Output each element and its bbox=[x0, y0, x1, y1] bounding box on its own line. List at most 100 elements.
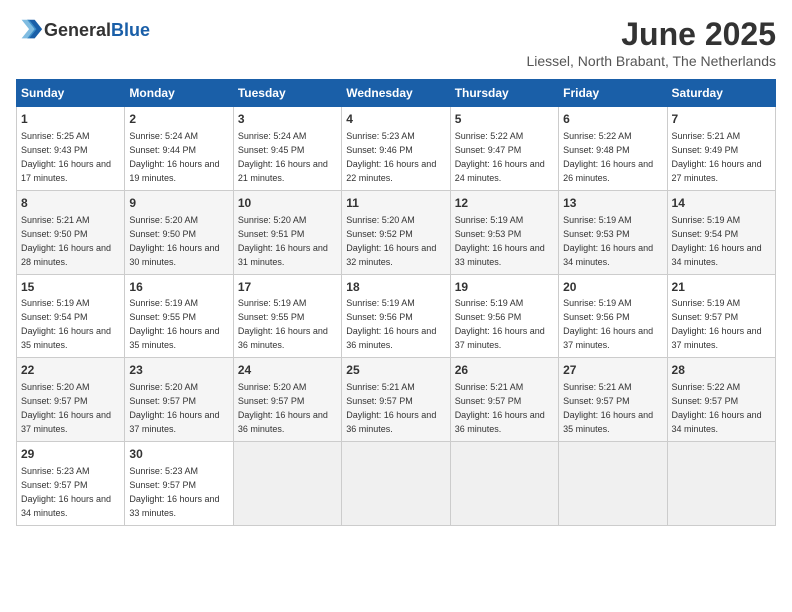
day-info: Sunrise: 5:22 AMSunset: 9:57 PMDaylight:… bbox=[672, 382, 762, 434]
day-number: 1 bbox=[21, 111, 120, 128]
day-number: 3 bbox=[238, 111, 337, 128]
calendar-cell: 1 Sunrise: 5:25 AMSunset: 9:43 PMDayligh… bbox=[17, 107, 125, 191]
calendar-week-row: 29 Sunrise: 5:23 AMSunset: 9:57 PMDaylig… bbox=[17, 442, 776, 526]
day-info: Sunrise: 5:20 AMSunset: 9:51 PMDaylight:… bbox=[238, 215, 328, 267]
day-info: Sunrise: 5:19 AMSunset: 9:54 PMDaylight:… bbox=[21, 298, 111, 350]
calendar-week-row: 1 Sunrise: 5:25 AMSunset: 9:43 PMDayligh… bbox=[17, 107, 776, 191]
day-info: Sunrise: 5:21 AMSunset: 9:57 PMDaylight:… bbox=[563, 382, 653, 434]
day-number: 9 bbox=[129, 195, 228, 212]
logo-icon bbox=[16, 16, 44, 44]
day-info: Sunrise: 5:23 AMSunset: 9:57 PMDaylight:… bbox=[129, 466, 219, 518]
calendar-cell: 26 Sunrise: 5:21 AMSunset: 9:57 PMDaylig… bbox=[450, 358, 558, 442]
calendar-cell: 25 Sunrise: 5:21 AMSunset: 9:57 PMDaylig… bbox=[342, 358, 450, 442]
calendar-cell: 18 Sunrise: 5:19 AMSunset: 9:56 PMDaylig… bbox=[342, 274, 450, 358]
calendar-cell: 11 Sunrise: 5:20 AMSunset: 9:52 PMDaylig… bbox=[342, 190, 450, 274]
day-number: 28 bbox=[672, 362, 771, 379]
header-tuesday: Tuesday bbox=[233, 80, 341, 107]
day-info: Sunrise: 5:20 AMSunset: 9:57 PMDaylight:… bbox=[21, 382, 111, 434]
day-info: Sunrise: 5:19 AMSunset: 9:53 PMDaylight:… bbox=[455, 215, 545, 267]
calendar-cell: 30 Sunrise: 5:23 AMSunset: 9:57 PMDaylig… bbox=[125, 442, 233, 526]
day-number: 26 bbox=[455, 362, 554, 379]
title-section: June 2025 Liessel, North Brabant, The Ne… bbox=[526, 16, 776, 69]
header-saturday: Saturday bbox=[667, 80, 775, 107]
calendar-cell: 19 Sunrise: 5:19 AMSunset: 9:56 PMDaylig… bbox=[450, 274, 558, 358]
calendar-cell: 16 Sunrise: 5:19 AMSunset: 9:55 PMDaylig… bbox=[125, 274, 233, 358]
calendar-cell bbox=[342, 442, 450, 526]
day-info: Sunrise: 5:21 AMSunset: 9:49 PMDaylight:… bbox=[672, 131, 762, 183]
calendar-cell: 15 Sunrise: 5:19 AMSunset: 9:54 PMDaylig… bbox=[17, 274, 125, 358]
day-info: Sunrise: 5:19 AMSunset: 9:54 PMDaylight:… bbox=[672, 215, 762, 267]
day-number: 19 bbox=[455, 279, 554, 296]
calendar-cell: 28 Sunrise: 5:22 AMSunset: 9:57 PMDaylig… bbox=[667, 358, 775, 442]
calendar-cell: 29 Sunrise: 5:23 AMSunset: 9:57 PMDaylig… bbox=[17, 442, 125, 526]
calendar-cell: 14 Sunrise: 5:19 AMSunset: 9:54 PMDaylig… bbox=[667, 190, 775, 274]
location-title: Liessel, North Brabant, The Netherlands bbox=[526, 53, 776, 69]
day-number: 2 bbox=[129, 111, 228, 128]
day-number: 4 bbox=[346, 111, 445, 128]
day-info: Sunrise: 5:25 AMSunset: 9:43 PMDaylight:… bbox=[21, 131, 111, 183]
calendar-cell: 2 Sunrise: 5:24 AMSunset: 9:44 PMDayligh… bbox=[125, 107, 233, 191]
day-info: Sunrise: 5:19 AMSunset: 9:53 PMDaylight:… bbox=[563, 215, 653, 267]
calendar-cell: 4 Sunrise: 5:23 AMSunset: 9:46 PMDayligh… bbox=[342, 107, 450, 191]
calendar-cell: 8 Sunrise: 5:21 AMSunset: 9:50 PMDayligh… bbox=[17, 190, 125, 274]
calendar-week-row: 22 Sunrise: 5:20 AMSunset: 9:57 PMDaylig… bbox=[17, 358, 776, 442]
logo-blue-text: Blue bbox=[111, 20, 150, 41]
calendar-cell bbox=[233, 442, 341, 526]
day-info: Sunrise: 5:19 AMSunset: 9:56 PMDaylight:… bbox=[563, 298, 653, 350]
day-info: Sunrise: 5:23 AMSunset: 9:57 PMDaylight:… bbox=[21, 466, 111, 518]
day-number: 7 bbox=[672, 111, 771, 128]
day-info: Sunrise: 5:21 AMSunset: 9:57 PMDaylight:… bbox=[346, 382, 436, 434]
calendar-table: Sunday Monday Tuesday Wednesday Thursday… bbox=[16, 79, 776, 526]
day-info: Sunrise: 5:21 AMSunset: 9:57 PMDaylight:… bbox=[455, 382, 545, 434]
calendar-cell: 7 Sunrise: 5:21 AMSunset: 9:49 PMDayligh… bbox=[667, 107, 775, 191]
day-number: 17 bbox=[238, 279, 337, 296]
day-info: Sunrise: 5:21 AMSunset: 9:50 PMDaylight:… bbox=[21, 215, 111, 267]
day-number: 20 bbox=[563, 279, 662, 296]
header-thursday: Thursday bbox=[450, 80, 558, 107]
day-number: 6 bbox=[563, 111, 662, 128]
header-friday: Friday bbox=[559, 80, 667, 107]
day-info: Sunrise: 5:20 AMSunset: 9:52 PMDaylight:… bbox=[346, 215, 436, 267]
calendar-cell: 27 Sunrise: 5:21 AMSunset: 9:57 PMDaylig… bbox=[559, 358, 667, 442]
page-header: GeneralBlue June 2025 Liessel, North Bra… bbox=[16, 16, 776, 69]
day-info: Sunrise: 5:19 AMSunset: 9:55 PMDaylight:… bbox=[238, 298, 328, 350]
calendar-cell: 17 Sunrise: 5:19 AMSunset: 9:55 PMDaylig… bbox=[233, 274, 341, 358]
calendar-cell: 6 Sunrise: 5:22 AMSunset: 9:48 PMDayligh… bbox=[559, 107, 667, 191]
day-number: 22 bbox=[21, 362, 120, 379]
day-number: 13 bbox=[563, 195, 662, 212]
calendar-cell: 3 Sunrise: 5:24 AMSunset: 9:45 PMDayligh… bbox=[233, 107, 341, 191]
logo: GeneralBlue bbox=[16, 16, 150, 44]
day-number: 12 bbox=[455, 195, 554, 212]
day-info: Sunrise: 5:24 AMSunset: 9:45 PMDaylight:… bbox=[238, 131, 328, 183]
logo-general-text: General bbox=[44, 20, 111, 41]
day-number: 16 bbox=[129, 279, 228, 296]
calendar-cell: 5 Sunrise: 5:22 AMSunset: 9:47 PMDayligh… bbox=[450, 107, 558, 191]
day-number: 25 bbox=[346, 362, 445, 379]
day-number: 10 bbox=[238, 195, 337, 212]
day-info: Sunrise: 5:24 AMSunset: 9:44 PMDaylight:… bbox=[129, 131, 219, 183]
calendar-cell bbox=[667, 442, 775, 526]
day-number: 27 bbox=[563, 362, 662, 379]
calendar-cell: 12 Sunrise: 5:19 AMSunset: 9:53 PMDaylig… bbox=[450, 190, 558, 274]
day-info: Sunrise: 5:22 AMSunset: 9:47 PMDaylight:… bbox=[455, 131, 545, 183]
calendar-cell: 22 Sunrise: 5:20 AMSunset: 9:57 PMDaylig… bbox=[17, 358, 125, 442]
day-number: 29 bbox=[21, 446, 120, 463]
day-number: 30 bbox=[129, 446, 228, 463]
header-wednesday: Wednesday bbox=[342, 80, 450, 107]
header-sunday: Sunday bbox=[17, 80, 125, 107]
calendar-cell bbox=[559, 442, 667, 526]
calendar-cell bbox=[450, 442, 558, 526]
day-info: Sunrise: 5:20 AMSunset: 9:57 PMDaylight:… bbox=[129, 382, 219, 434]
day-info: Sunrise: 5:19 AMSunset: 9:55 PMDaylight:… bbox=[129, 298, 219, 350]
day-info: Sunrise: 5:19 AMSunset: 9:57 PMDaylight:… bbox=[672, 298, 762, 350]
day-info: Sunrise: 5:22 AMSunset: 9:48 PMDaylight:… bbox=[563, 131, 653, 183]
calendar-header-row: Sunday Monday Tuesday Wednesday Thursday… bbox=[17, 80, 776, 107]
calendar-cell: 23 Sunrise: 5:20 AMSunset: 9:57 PMDaylig… bbox=[125, 358, 233, 442]
day-number: 14 bbox=[672, 195, 771, 212]
day-number: 24 bbox=[238, 362, 337, 379]
day-number: 11 bbox=[346, 195, 445, 212]
day-info: Sunrise: 5:19 AMSunset: 9:56 PMDaylight:… bbox=[346, 298, 436, 350]
day-number: 21 bbox=[672, 279, 771, 296]
day-number: 8 bbox=[21, 195, 120, 212]
calendar-week-row: 15 Sunrise: 5:19 AMSunset: 9:54 PMDaylig… bbox=[17, 274, 776, 358]
